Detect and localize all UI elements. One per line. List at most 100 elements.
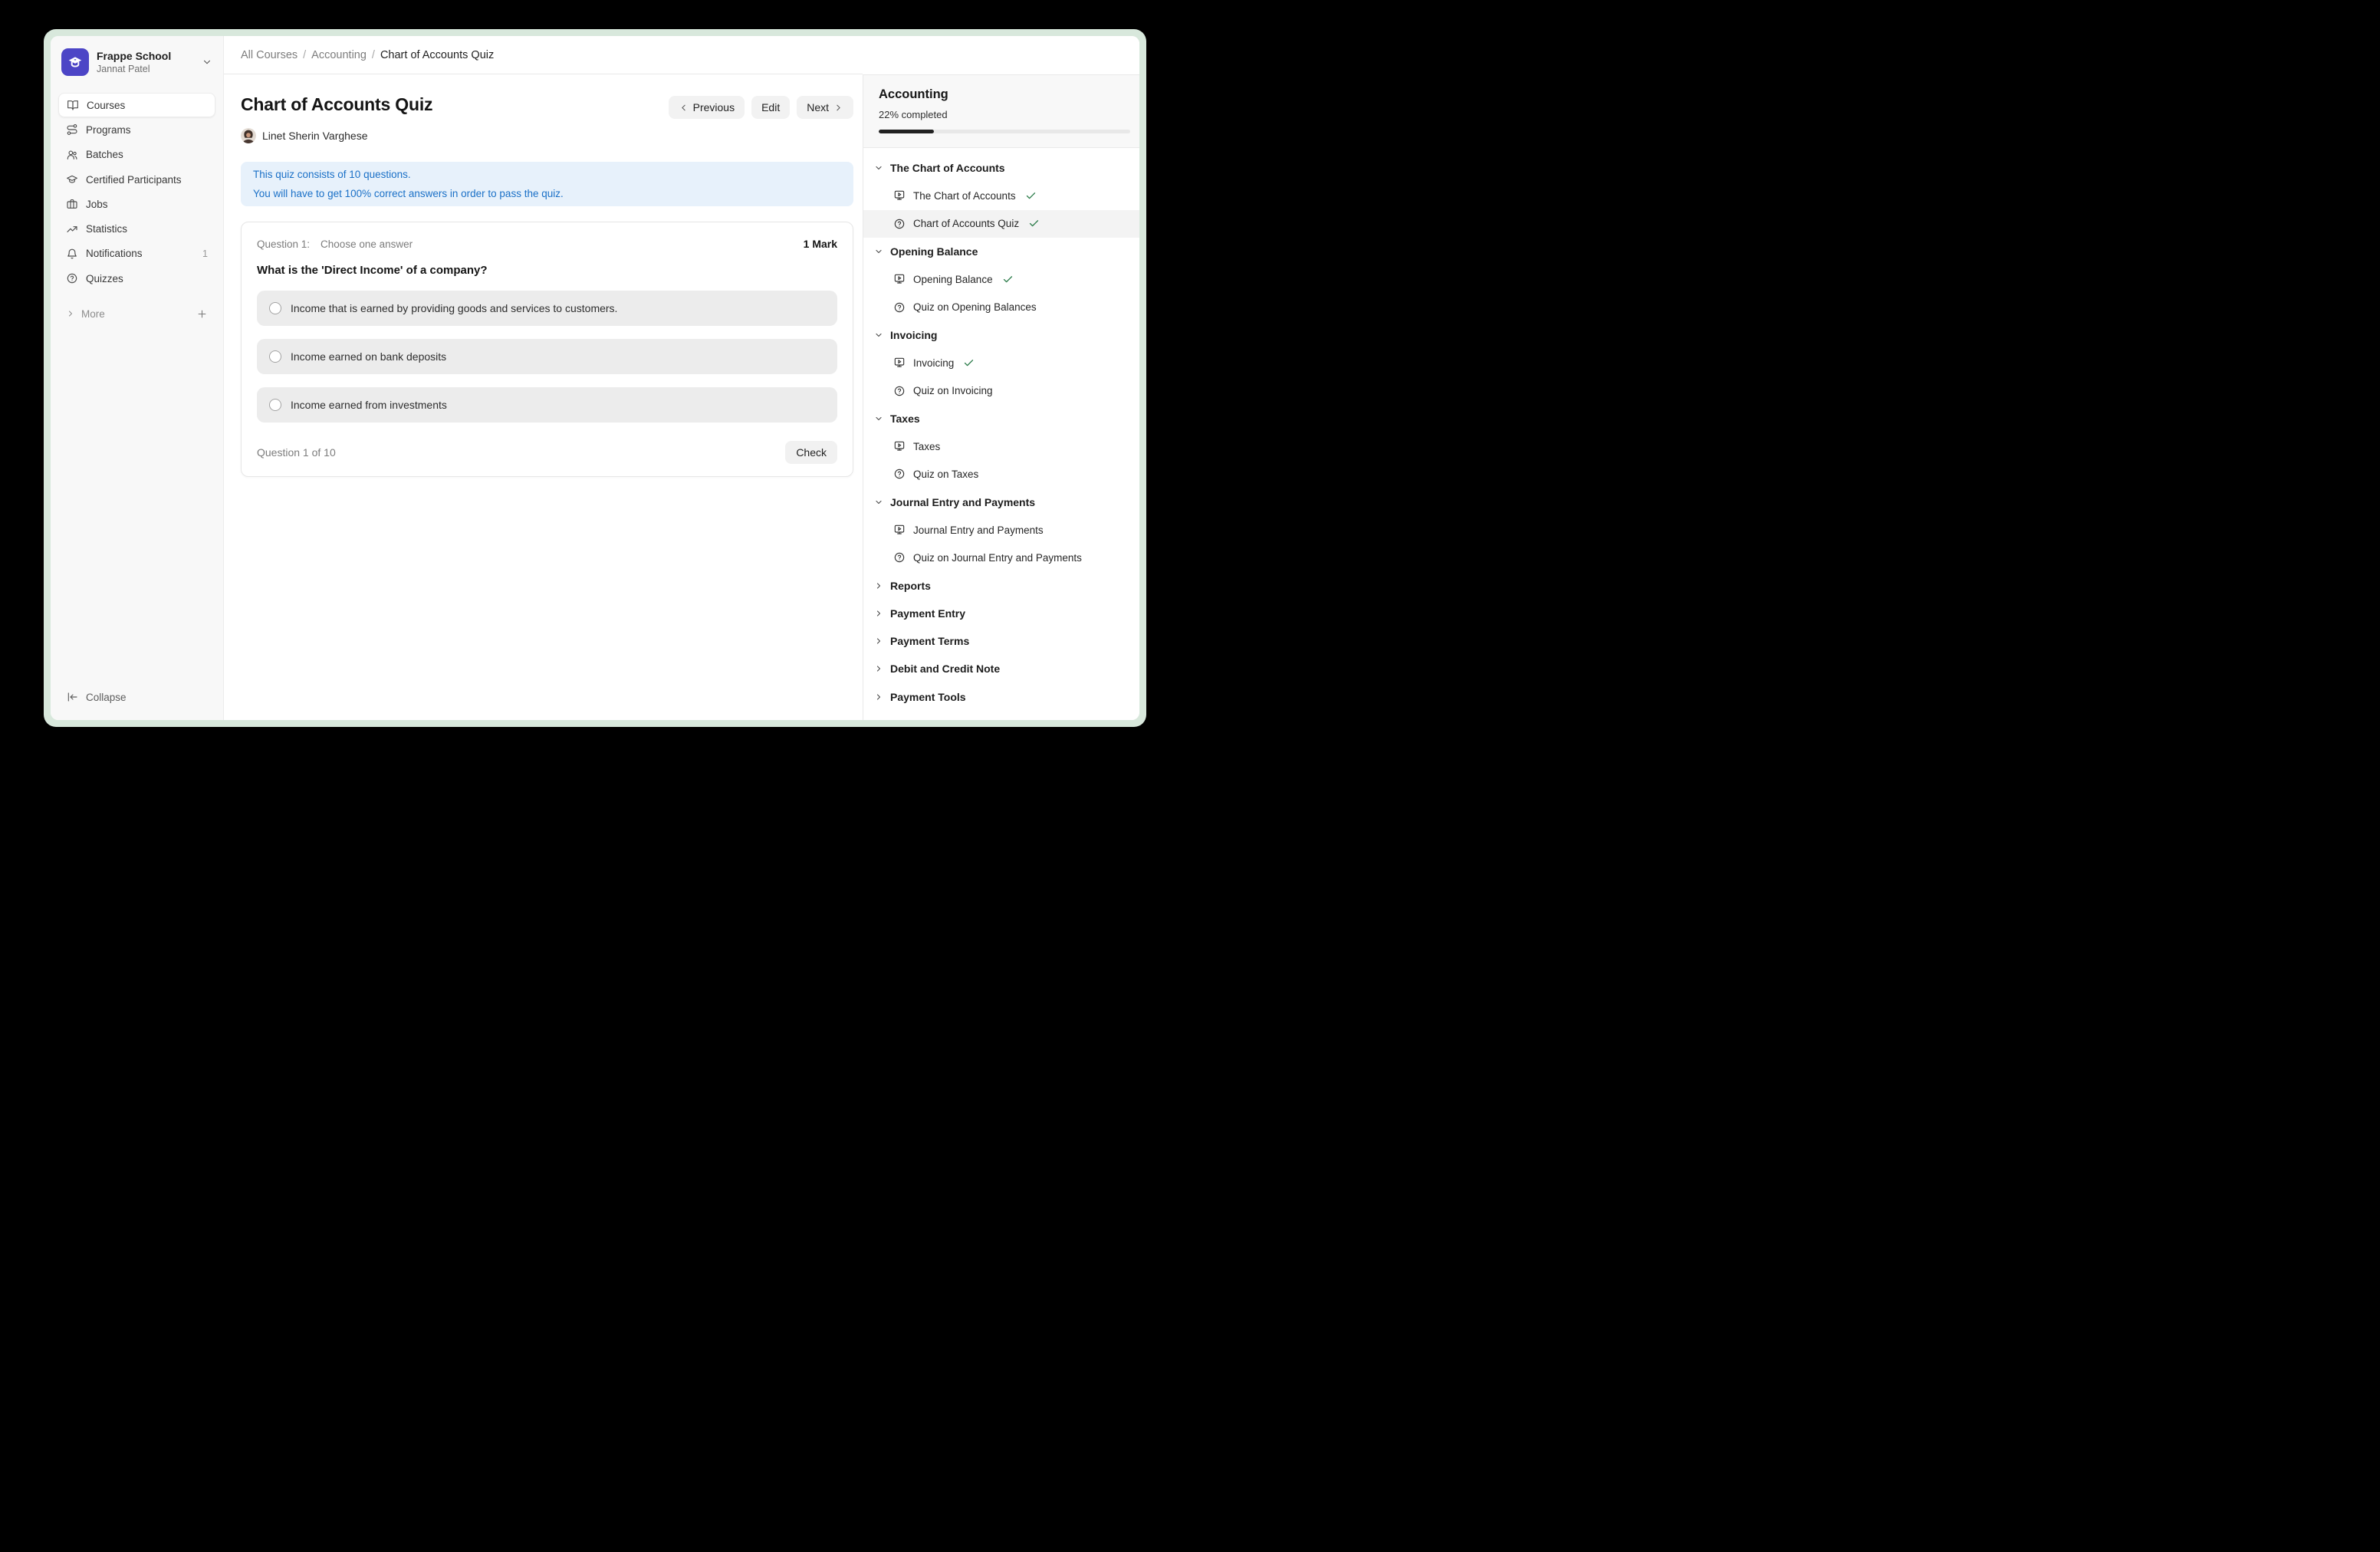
- check-icon: [1002, 274, 1014, 285]
- sidebar-item-courses[interactable]: Courses: [58, 93, 215, 117]
- app-window-frame: Frappe School Jannat Patel Courses Progr…: [44, 29, 1146, 727]
- sidebar-item-statistics[interactable]: Statistics: [58, 216, 215, 241]
- question-instruction: Choose one answer: [321, 238, 413, 250]
- sidebar-collapse-button[interactable]: Collapse: [58, 686, 215, 708]
- sidebar-item-quizzes[interactable]: Quizzes: [58, 266, 215, 291]
- sidebar-item-notifications[interactable]: Notifications 1: [58, 242, 215, 266]
- help-circle-icon: [66, 272, 78, 284]
- bell-icon: [66, 248, 78, 260]
- outline-lesson-opening-balance[interactable]: Opening Balance: [863, 265, 1139, 293]
- outline-chapter-reports[interactable]: Reports: [863, 571, 1139, 599]
- outline-chapter-the-chart-of-accounts[interactable]: The Chart of Accounts: [863, 154, 1139, 182]
- page-title: Chart of Accounts Quiz: [241, 94, 432, 115]
- book-open-icon: [67, 99, 79, 111]
- author-row: Linet Sherin Varghese: [241, 128, 853, 143]
- check-icon: [963, 357, 975, 369]
- workspace-switcher[interactable]: Frappe School Jannat Patel: [58, 47, 215, 77]
- answer-option-3[interactable]: Income earned from investments: [257, 387, 837, 423]
- question-number-label: Question 1:: [257, 238, 310, 250]
- app-window: Frappe School Jannat Patel Courses Progr…: [51, 36, 1139, 720]
- left-sidebar: Frappe School Jannat Patel Courses Progr…: [51, 36, 224, 720]
- outline-chapter-taxes[interactable]: Taxes: [863, 405, 1139, 432]
- answer-options: Income that is earned by providing goods…: [257, 291, 837, 423]
- help-circle-icon: [893, 385, 906, 397]
- outline-chapter-payment-terms[interactable]: Payment Terms: [863, 627, 1139, 655]
- outline-lesson-invoicing[interactable]: Invoicing: [863, 349, 1139, 376]
- course-title: Accounting: [879, 87, 1130, 102]
- quiz-info-line: This quiz consists of 10 questions.: [253, 165, 841, 184]
- outline-lesson-journal-entry-and-payments[interactable]: Journal Entry and Payments: [863, 516, 1139, 544]
- sidebar-item-programs[interactable]: Programs: [58, 117, 215, 142]
- chevron-down-icon: [874, 330, 883, 340]
- chevron-right-icon: [833, 103, 843, 113]
- sidebar-item-jobs[interactable]: Jobs: [58, 192, 215, 216]
- radio-button[interactable]: [269, 350, 281, 363]
- workspace-name: Frappe School: [97, 50, 171, 63]
- sidebar-nav: Courses Programs Batches Certified Parti…: [58, 93, 215, 291]
- chevron-down-icon: [874, 414, 883, 423]
- question-progress: Question 1 of 10: [257, 446, 336, 459]
- chevron-right-icon: [874, 692, 883, 702]
- radio-button[interactable]: [269, 302, 281, 314]
- chevron-down-icon: [202, 57, 212, 67]
- users-icon: [66, 149, 78, 161]
- outline-lesson-the-chart-of-accounts[interactable]: The Chart of Accounts: [863, 182, 1139, 209]
- sidebar-item-certified-participants[interactable]: Certified Participants: [58, 167, 215, 192]
- breadcrumb-accounting[interactable]: Accounting: [311, 49, 367, 61]
- outline-lesson-taxes[interactable]: Taxes: [863, 432, 1139, 460]
- main-content: Chart of Accounts Quiz Previous Edit Nex…: [224, 74, 863, 720]
- outline-chapter-journal-entry-and-payments[interactable]: Journal Entry and Payments: [863, 488, 1139, 516]
- frappe-school-logo: [61, 48, 89, 76]
- help-circle-icon: [893, 301, 906, 314]
- outline-chapter-opening-balance[interactable]: Opening Balance: [863, 238, 1139, 265]
- chevron-right-icon: [874, 664, 883, 673]
- sidebar-item-batches[interactable]: Batches: [58, 143, 215, 167]
- answer-option-1[interactable]: Income that is earned by providing goods…: [257, 291, 837, 326]
- chevron-down-icon: [874, 498, 883, 507]
- next-button[interactable]: Next: [797, 96, 853, 119]
- workspace-user: Jannat Patel: [97, 63, 171, 75]
- outline-chapter-invoicing[interactable]: Invoicing: [863, 321, 1139, 349]
- question-marks: 1 Mark: [804, 238, 837, 250]
- chevron-down-icon: [874, 247, 883, 256]
- trending-up-icon: [66, 223, 78, 235]
- quiz-info-line: You will have to get 100% correct answer…: [253, 184, 841, 203]
- outline-lesson-chart-of-accounts-quiz[interactable]: Chart of Accounts Quiz: [863, 210, 1139, 238]
- edit-button[interactable]: Edit: [751, 96, 790, 119]
- chevron-down-icon: [874, 163, 883, 173]
- outline-chapter-payment-entry[interactable]: Payment Entry: [863, 600, 1139, 627]
- question-text: What is the 'Direct Income' of a company…: [257, 264, 837, 277]
- monitor-play-icon: [893, 189, 906, 202]
- desktop-background: Frappe School Jannat Patel Courses Progr…: [0, 0, 1190, 776]
- monitor-play-icon: [893, 273, 906, 285]
- outline-chapter-debit-and-credit-note[interactable]: Debit and Credit Note: [863, 655, 1139, 682]
- chevron-right-icon: [874, 609, 883, 618]
- monitor-play-icon: [893, 440, 906, 452]
- chevron-left-icon: [679, 103, 689, 113]
- outline-lesson-quiz-on-opening-balances[interactable]: Quiz on Opening Balances: [863, 293, 1139, 321]
- graduation-cap-icon: [66, 173, 78, 186]
- outline-lesson-quiz-on-invoicing[interactable]: Quiz on Invoicing: [863, 376, 1139, 404]
- radio-button[interactable]: [269, 399, 281, 411]
- breadcrumb-separator: /: [303, 49, 306, 61]
- monitor-play-icon: [893, 524, 906, 536]
- breadcrumb-all-courses[interactable]: All Courses: [241, 49, 298, 61]
- outline-lesson-quiz-on-journal-entry-and-payments[interactable]: Quiz on Journal Entry and Payments: [863, 544, 1139, 571]
- outline-chapter-payment-tools[interactable]: Payment Tools: [863, 683, 1139, 711]
- breadcrumb-current: Chart of Accounts Quiz: [380, 49, 494, 61]
- previous-button[interactable]: Previous: [669, 96, 745, 119]
- help-circle-icon: [893, 468, 906, 480]
- check-icon: [1028, 218, 1040, 229]
- help-circle-icon: [893, 551, 906, 564]
- sidebar-more-toggle[interactable]: More: [58, 301, 215, 326]
- collapse-sidebar-icon: [66, 691, 78, 703]
- main-panel: All Courses / Accounting / Chart of Acco…: [224, 36, 863, 720]
- check-button[interactable]: Check: [785, 441, 837, 464]
- plus-icon[interactable]: [196, 308, 208, 320]
- course-progress-bar: [879, 130, 1130, 133]
- course-progress-label: 22% completed: [879, 109, 1130, 120]
- course-progress-fill: [879, 130, 934, 133]
- quiz-info-banner: This quiz consists of 10 questions. You …: [241, 162, 853, 206]
- answer-option-2[interactable]: Income earned on bank deposits: [257, 339, 837, 374]
- outline-lesson-quiz-on-taxes[interactable]: Quiz on Taxes: [863, 460, 1139, 488]
